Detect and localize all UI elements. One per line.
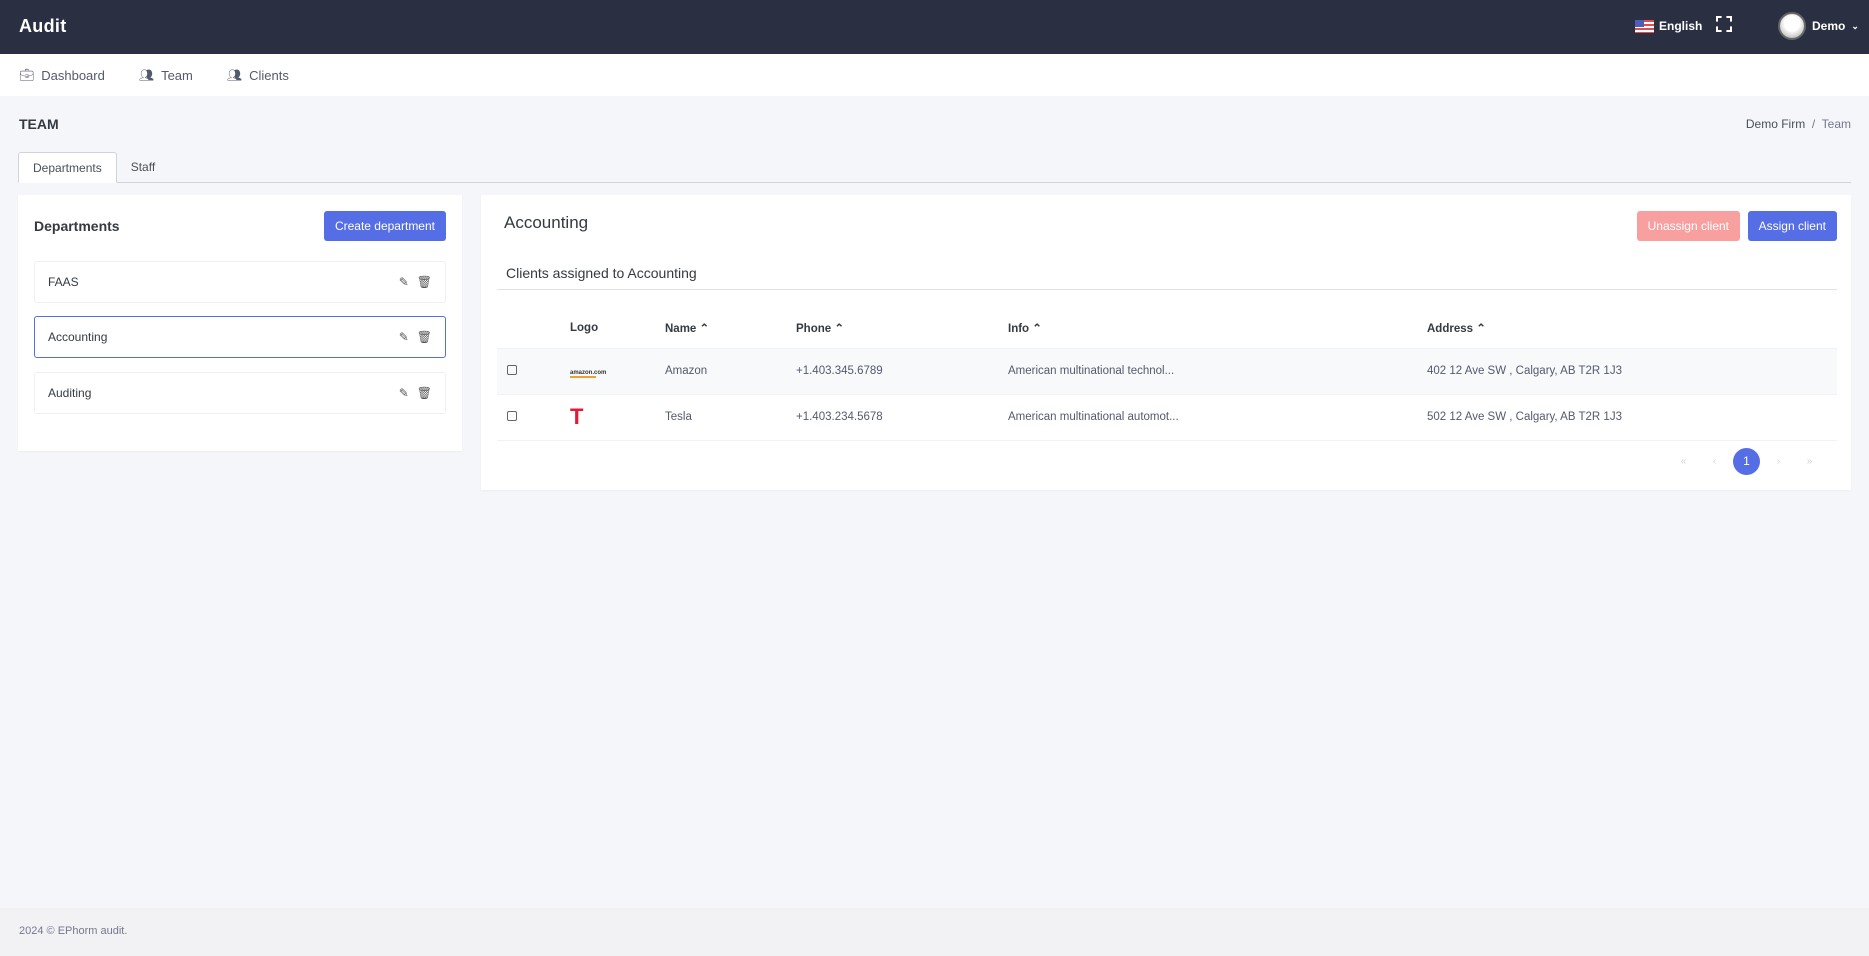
departments-panel: Departments Create department FAAS ✎ 🗑︎ Ac… [18,195,462,451]
tab-staff[interactable]: Staff [117,152,169,183]
client-phone: +1.403.234.5678 [796,393,1008,441]
amazon-logo: amazon.com [570,369,607,378]
clients-subtitle: Clients assigned to Accounting [497,265,1837,290]
clients-table: Logo Name ⌃ Phone ⌃ Info ⌃ Address ⌃ ama… [497,308,1837,441]
table-row[interactable]: amazon.com Amazon +1.403.345.6789 Americ… [497,347,1837,394]
trash-icon[interactable]: 🗑︎ [417,275,432,289]
tesla-logo: T [570,404,584,429]
column-logo: Logo [570,321,599,334]
client-name: Tesla [665,393,796,441]
column-name[interactable]: Name ⌃ [665,308,796,348]
column-info[interactable]: Info ⌃ [1008,308,1427,348]
breadcrumb-current: Team [1821,117,1851,131]
row-checkbox[interactable] [507,364,517,375]
department-name: FAAS [48,275,79,289]
edit-icon[interactable]: ✎ [399,330,409,344]
client-phone: +1.403.345.6789 [796,347,1008,394]
page-title: TEAM [19,116,59,132]
fullscreen-icon[interactable] [1716,16,1732,32]
top-bar: Audit English Demo ⌄ [0,0,1869,54]
client-address: 402 12 Ave SW , Calgary, AB T2R 1J3 [1427,347,1837,394]
user-name: Demo [1812,19,1846,33]
page-1-button[interactable]: 1 [1733,448,1760,475]
nav-label: Clients [249,67,289,83]
unassign-client-button[interactable]: Unassign client [1636,211,1740,241]
departments-title: Departments [34,218,120,234]
client-name: Amazon [665,347,796,394]
pagination: « ‹ 1 › » [1668,448,1825,475]
column-address[interactable]: Address ⌃ [1427,308,1837,348]
edit-icon[interactable]: ✎ [399,386,409,400]
nav-team[interactable]: 👥︎ Team [139,68,193,83]
user-menu[interactable]: Demo ⌄ [1778,12,1859,40]
assign-client-button[interactable]: Assign client [1747,211,1837,241]
tab-departments[interactable]: Departments [18,152,117,183]
client-address: 502 12 Ave SW , Calgary, AB T2R 1J3 [1427,393,1837,441]
create-department-button[interactable]: Create department [323,211,446,241]
language-selector[interactable]: English [1635,19,1702,33]
brand-logo[interactable]: Audit [19,16,66,37]
breadcrumb: Demo Firm / Team [1745,117,1851,131]
breadcrumb-firm[interactable]: Demo Firm [1746,117,1805,131]
nav-dashboard[interactable]: 💼︎ Dashboard [19,68,105,83]
nav-label: Team [161,67,193,83]
first-page-button[interactable]: « [1668,448,1699,475]
chevron-down-icon: ⌄ [1851,20,1859,31]
table-row[interactable]: T Tesla +1.403.234.5678 American multina… [497,393,1837,441]
next-page-button[interactable]: › [1763,448,1794,475]
nav-clients[interactable]: 👥︎ Clients [227,68,289,83]
language-label: English [1659,19,1703,33]
department-item[interactable]: FAAS ✎ 🗑︎ [34,261,446,303]
tabs: Departments Staff [18,152,1851,183]
users-icon: 👥︎ [138,68,155,82]
user-friends-icon: 👥︎ [226,68,243,82]
department-name: Auditing [48,386,92,400]
department-item[interactable]: Auditing ✎ 🗑︎ [34,372,446,414]
department-detail-panel: Accounting Unassign client Assign client… [481,195,1851,490]
prev-page-button[interactable]: ‹ [1699,448,1730,475]
trash-icon[interactable]: 🗑︎ [417,330,432,344]
client-info: American multinational automot... [1008,393,1427,441]
column-phone[interactable]: Phone ⌃ [796,308,1008,348]
briefcase-icon: 💼︎ [19,68,35,82]
department-title: Accounting [504,213,589,232]
avatar [1778,12,1806,40]
trash-icon[interactable]: 🗑︎ [417,386,432,400]
row-checkbox[interactable] [507,410,517,421]
footer: 2024 © EPhorm audit. [0,908,1869,956]
department-name: Accounting [48,330,108,344]
us-flag-icon [1635,19,1654,33]
client-info: American multinational technol... [1008,347,1427,394]
edit-icon[interactable]: ✎ [399,275,409,289]
last-page-button[interactable]: » [1794,448,1825,475]
select-column [497,308,570,348]
department-item-selected[interactable]: Accounting ✎ 🗑︎ [34,316,446,358]
main-nav: 💼︎ Dashboard 👥︎ Team 👥︎ Clients [0,54,1869,96]
nav-label: Dashboard [41,67,105,83]
